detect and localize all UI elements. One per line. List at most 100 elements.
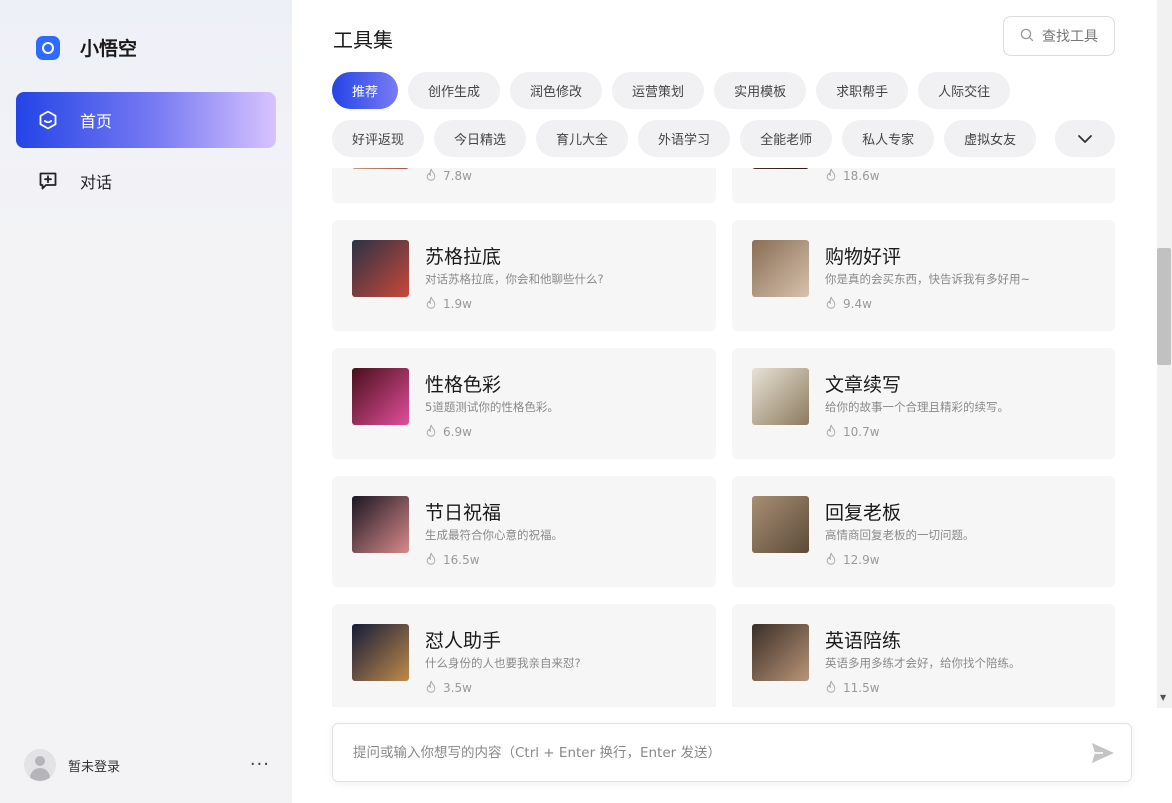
category-chip[interactable]: 推荐 xyxy=(332,72,399,109)
usage-stat: 3.5w xyxy=(425,680,472,696)
fire-icon xyxy=(425,552,437,568)
sidebar-item-label: 首页 xyxy=(80,112,113,131)
usage-count: 1.9w xyxy=(443,297,472,311)
tool-description: 高情商回复老板的一切问题。 xyxy=(825,528,975,542)
send-icon xyxy=(1092,743,1114,763)
category-row-1: 推荐 创作生成 润色修改 运营策划 实用模板 求职帮手 人际交往 xyxy=(332,72,1011,109)
tool-description: 5道题测试你的性格色彩。 xyxy=(425,400,559,414)
fire-icon xyxy=(825,168,837,184)
tool-title: 回复老板 xyxy=(825,502,902,524)
tool-grid: 7.8w 18.6w 苏格拉底 对话苏格拉底，你会和他聊些什么? 1.9w 购物好评 你是真… xyxy=(332,168,1115,707)
tool-card[interactable]: 购物好评 你是真的会买东西，快告诉我有多好用~ 9.4w xyxy=(732,220,1115,331)
chat-plus-icon xyxy=(38,171,58,191)
composer xyxy=(332,723,1132,782)
usage-stat: 18.6w xyxy=(825,168,880,184)
usage-stat: 6.9w xyxy=(425,424,472,440)
category-chip[interactable]: 润色修改 xyxy=(510,72,603,109)
category-chip[interactable]: 好评返现 xyxy=(332,120,425,157)
prompt-input[interactable] xyxy=(353,742,1053,764)
fire-icon xyxy=(425,424,437,440)
search-tool-button[interactable]: 查找工具 xyxy=(1003,16,1115,56)
category-chip[interactable]: 运营策划 xyxy=(612,72,705,109)
tool-thumbnail xyxy=(352,624,409,681)
fire-icon xyxy=(825,680,837,696)
fire-icon xyxy=(825,296,837,312)
tool-thumbnail xyxy=(752,240,809,297)
category-chip[interactable]: 外语学习 xyxy=(638,120,731,157)
page-title: 工具集 xyxy=(333,28,393,52)
tool-card[interactable]: 回复老板高情商回复老板的一切问题。 12.9w xyxy=(732,476,1115,587)
usage-stat: 11.5w xyxy=(825,680,880,696)
sidebar-item-label: 对话 xyxy=(80,173,113,192)
tool-description: 英语多用多练才会好，给你找个陪练。 xyxy=(825,656,1021,670)
usage-stat: 10.7w xyxy=(825,424,880,440)
tool-card[interactable]: 苏格拉底 对话苏格拉底，你会和他聊些什么? 1.9w xyxy=(332,220,716,331)
tool-thumbnail xyxy=(752,168,809,169)
usage-stat: 7.8w xyxy=(425,168,472,184)
tool-thumbnail xyxy=(352,240,409,297)
chevron-down-icon xyxy=(1077,129,1093,148)
usage-count: 11.5w xyxy=(843,681,880,695)
search-icon xyxy=(1020,27,1034,46)
category-chip[interactable]: 全能老师 xyxy=(740,120,833,157)
send-button[interactable] xyxy=(1090,740,1116,766)
category-chip[interactable]: 实用模板 xyxy=(714,72,807,109)
tool-card[interactable]: 怼人助手什么身份的人也要我亲自来怼? 3.5w xyxy=(332,604,716,707)
usage-stat: 12.9w xyxy=(825,552,880,568)
tool-title: 英语陪练 xyxy=(825,630,902,652)
tool-title: 文章续写 xyxy=(825,374,902,396)
fire-icon xyxy=(825,424,837,440)
category-chip[interactable]: 人际交往 xyxy=(918,72,1011,109)
tool-card[interactable]: 节日祝福生成最符合你心意的祝福。 16.5w xyxy=(332,476,716,587)
tool-title: 怼人助手 xyxy=(425,630,502,652)
tool-thumbnail xyxy=(752,368,809,425)
tool-card[interactable]: 7.8w xyxy=(332,168,716,203)
tool-thumbnail xyxy=(752,496,809,553)
usage-stat: 9.4w xyxy=(825,296,872,312)
usage-count: 3.5w xyxy=(443,681,472,695)
scrollbar-thumb[interactable] xyxy=(1157,248,1171,365)
category-chip[interactable]: 虚拟女友 xyxy=(944,120,1037,157)
brand[interactable]: 小悟空 xyxy=(36,34,137,61)
tool-thumbnail xyxy=(352,168,409,169)
tool-description: 什么身份的人也要我亲自来怼? xyxy=(425,656,581,670)
tool-description: 生成最符合你心意的祝福。 xyxy=(425,528,563,542)
tool-title: 购物好评 xyxy=(825,246,902,268)
fire-icon xyxy=(825,552,837,568)
usage-count: 16.5w xyxy=(443,553,480,567)
expand-categories-button[interactable] xyxy=(1055,120,1115,157)
user-name[interactable]: 暂未登录 xyxy=(68,756,120,775)
usage-count: 7.8w xyxy=(443,169,472,183)
usage-count: 6.9w xyxy=(443,425,472,439)
logo-icon xyxy=(36,35,60,60)
sidebar-item-home[interactable]: 首页 xyxy=(16,92,276,148)
sidebar: 小悟空 首页 对话 暂未登录 ··· xyxy=(0,0,292,803)
avatar[interactable] xyxy=(24,749,56,781)
tool-thumbnail xyxy=(352,368,409,425)
sidebar-item-chat[interactable]: 对话 xyxy=(16,153,276,209)
tool-card[interactable]: 英语陪练英语多用多练才会好，给你找个陪练。 11.5w xyxy=(732,604,1115,707)
category-chip[interactable]: 求职帮手 xyxy=(816,72,909,109)
tool-card[interactable]: 性格色彩 5道题测试你的性格色彩。 6.9w xyxy=(332,348,716,459)
fire-icon xyxy=(425,680,437,696)
usage-count: 18.6w xyxy=(843,169,880,183)
category-chip[interactable]: 今日精选 xyxy=(434,120,527,157)
search-label: 查找工具 xyxy=(1042,29,1098,45)
usage-stat: 16.5w xyxy=(425,552,480,568)
more-options-button[interactable]: ··· xyxy=(250,756,270,774)
tool-title: 苏格拉底 xyxy=(425,246,502,268)
home-hexagon-icon xyxy=(38,110,58,130)
tool-thumbnail xyxy=(752,624,809,681)
tool-card[interactable]: 18.6w xyxy=(732,168,1115,203)
tool-title: 性格色彩 xyxy=(425,374,502,396)
category-chip[interactable]: 私人专家 xyxy=(842,120,935,157)
category-chip[interactable]: 育儿大全 xyxy=(536,120,629,157)
usage-count: 12.9w xyxy=(843,553,880,567)
fire-icon xyxy=(425,296,437,312)
category-row-2: 好评返现 今日精选 育儿大全 外语学习 全能老师 私人专家 虚拟女友 xyxy=(332,120,1070,157)
tool-thumbnail xyxy=(352,496,409,553)
category-chip[interactable]: 创作生成 xyxy=(408,72,501,109)
tool-title: 节日祝福 xyxy=(425,502,502,524)
tool-card[interactable]: 文章续写 给你的故事一个合理且精彩的续写。 10.7w xyxy=(732,348,1115,459)
scroll-down-arrow[interactable]: ▼ xyxy=(1160,693,1166,702)
